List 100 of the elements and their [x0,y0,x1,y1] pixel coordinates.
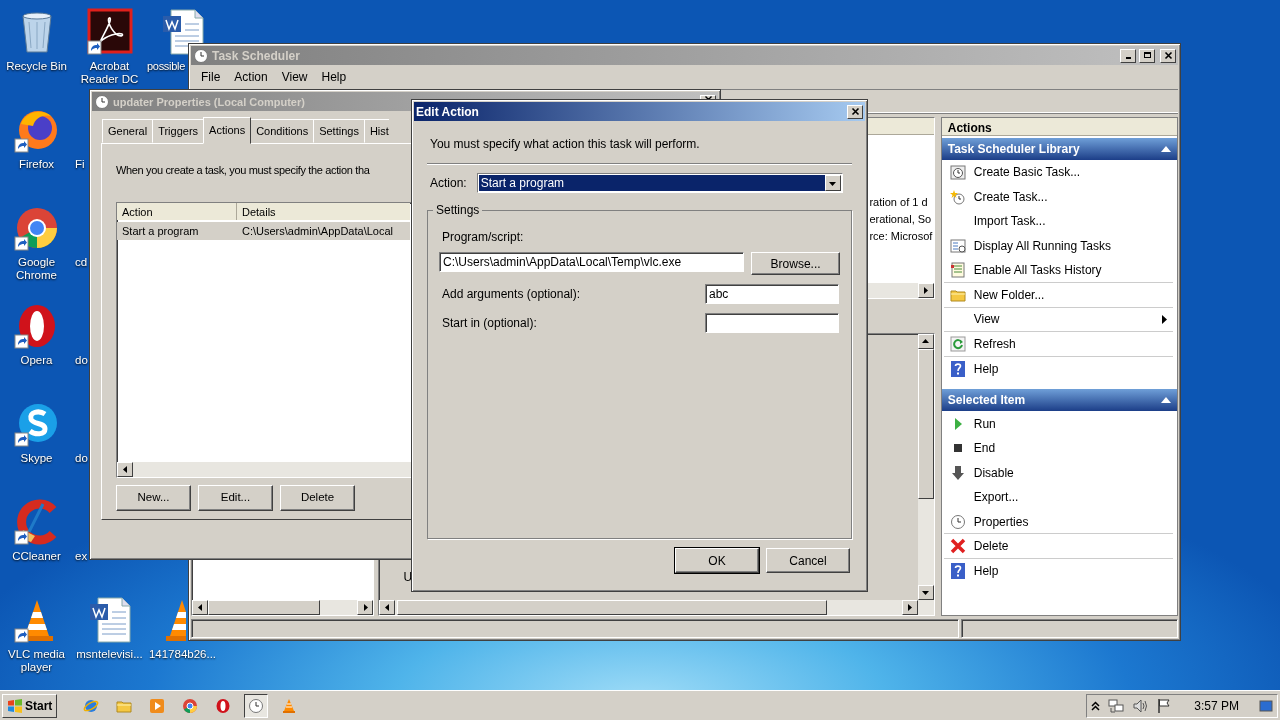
list-cell-text: Start a program [121,223,200,239]
icon-label[interactable]: Google Chrome [0,256,73,282]
action-item[interactable]: Create Task... [943,184,1173,210]
column-header[interactable]: Details [237,202,410,220]
left-arrow-icon[interactable] [196,604,204,611]
action-item[interactable]: Disable [943,460,1173,486]
down-arrow-icon[interactable] [922,589,930,596]
icon-label[interactable]: do [75,354,88,367]
window-title: Task Scheduler [212,47,301,65]
action-label: Run [973,415,997,433]
icon-label[interactable]: Firefox [18,158,55,171]
field-label: Add arguments (optional): [441,286,581,303]
tab[interactable]: Actions [203,116,252,144]
text-field[interactable]: abc [705,284,839,304]
show-desktop-icon[interactable] [1259,697,1273,714]
icon-label[interactable]: Fi [75,158,85,171]
instruction-text: You must specify what action this task will perform. [429,136,701,153]
action-item[interactable]: Help [943,558,1173,584]
column-header[interactable]: Action [117,202,237,220]
down-arrow-icon[interactable] [829,179,837,187]
horizontal-scrollbar[interactable] [192,600,374,615]
right-arrow-icon[interactable] [922,287,930,294]
icon-label[interactable]: Recycle Bin [6,60,67,73]
help-icon [949,361,966,378]
tab-label: U [403,570,413,584]
chevron-icon[interactable] [1091,700,1101,711]
collapse-icon[interactable] [1161,146,1171,152]
action-item[interactable]: End [943,435,1173,461]
help-icon [949,563,966,580]
action-item[interactable]: Refresh [943,332,1173,357]
action-label: View [973,311,1001,329]
action-item[interactable]: Help [943,356,1173,382]
icon-label[interactable]: VLC media player [0,648,73,674]
action-item[interactable]: Create Basic Task... [943,160,1173,185]
tab[interactable]: General [102,118,154,143]
action-item[interactable]: Export... [943,485,1173,510]
section-header[interactable]: Selected Item [941,389,1177,412]
menu-item[interactable]: Help [315,68,353,86]
start-button[interactable]: Start [2,693,58,718]
menu-item[interactable]: File [195,68,227,86]
icon-label[interactable]: Opera [20,354,53,367]
pane-title: Actions [947,121,992,135]
action-label: Delete [973,538,1010,556]
action-item[interactable]: Run [943,411,1173,436]
action-item[interactable]: Properties [943,509,1173,535]
icon-label[interactable]: ex [75,550,88,563]
volume-icon[interactable] [1132,697,1149,714]
action-item[interactable]: Display All Running Tasks [943,233,1173,259]
icon-label[interactable]: possible [147,60,185,73]
star-clock-icon [949,188,966,205]
tab[interactable]: Hist [363,118,389,143]
menu-item[interactable]: Action [228,68,274,86]
tab[interactable]: Settings [313,118,365,143]
icon-label[interactable]: 141784b26... [148,648,217,661]
collapse-icon[interactable] [1161,397,1171,404]
program-field[interactable]: C:\Users\admin\AppData\Local\Temp\vlc.exe [439,252,745,272]
action-label: Help [973,361,1000,379]
dialog-button[interactable]: Delete [280,484,355,511]
icon-label[interactable]: Acrobat Reader DC [73,60,146,86]
tab[interactable]: Triggers [152,118,205,143]
description-text: When you create a task, you must specify the action tha [116,163,370,178]
action-item[interactable]: Import Task... [943,209,1173,234]
action-label: Properties [973,513,1030,531]
action-dropdown[interactable]: Start a program [476,173,843,193]
horizontal-scrollbar[interactable] [117,461,411,477]
icon-label[interactable]: cd [75,256,88,269]
document-logo-icon[interactable] [85,8,134,56]
field-label: Action: [429,175,467,192]
cancel-button[interactable]: Cancel [766,548,850,573]
down-arrow-icon [949,464,966,481]
text-field[interactable] [705,313,839,333]
up-arrow-icon[interactable] [922,338,930,345]
action-item[interactable]: View [943,307,1173,333]
ok-button[interactable]: OK [675,548,759,573]
action-item[interactable]: New Folder... [943,282,1173,308]
icon-label[interactable]: Skype [20,452,53,465]
flag-icon[interactable] [1156,697,1173,714]
action-item[interactable]: Enable All Tasks History [943,258,1173,283]
menu-item[interactable]: View [275,68,314,86]
icon-label[interactable]: do [75,452,88,465]
dialog-button[interactable]: Edit... [198,484,273,511]
action-label: Disable [973,464,1015,482]
section-header[interactable]: Task Scheduler Library [941,138,1177,160]
list-row[interactable]: Start a program C:\Users\admin\AppData\Local [117,221,410,240]
network-icon[interactable] [1108,697,1125,714]
clock-time[interactable]: 3:57 PM [1194,696,1239,715]
action-label: Display All Running Tasks [973,238,1112,256]
left-arrow-icon[interactable] [383,604,391,611]
right-arrow-icon[interactable] [906,604,914,611]
clock-icon [949,164,966,181]
left-arrow-icon[interactable] [121,465,129,473]
icon-label[interactable]: msntelevisi... [76,648,143,661]
horizontal-scrollbar[interactable] [379,600,918,615]
action-item[interactable]: Delete [943,534,1173,559]
four-pane-logo-icon[interactable] [7,698,23,713]
right-arrow-icon[interactable] [361,604,369,611]
vertical-scrollbar[interactable] [917,334,934,615]
icon-label[interactable]: CCleaner [12,550,61,563]
dialog-button[interactable]: New... [116,484,191,511]
browse-button[interactable]: Browse... [751,252,840,275]
